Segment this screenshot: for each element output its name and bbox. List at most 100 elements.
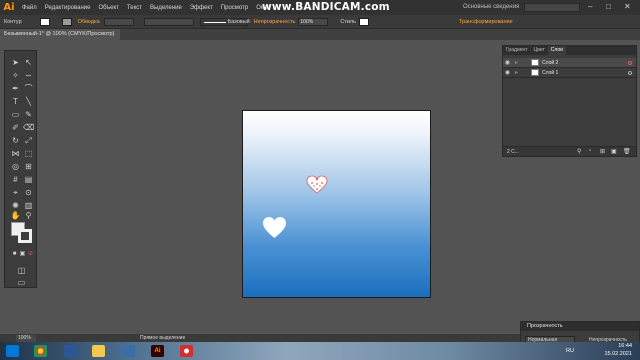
- layers-panel: Градиент Цвет Слои ◉ ▸ Слой 2 ◉ ▸ Слой 1…: [502, 45, 637, 157]
- new-layer-icon[interactable]: ▣: [611, 148, 617, 155]
- eraser-tool-icon[interactable]: ⌫: [23, 122, 34, 133]
- direct-selection-tool-icon[interactable]: ↖: [23, 57, 34, 68]
- clipping-mask-icon[interactable]: ▫: [589, 148, 591, 154]
- brush-style-field[interactable]: Базовый: [199, 17, 250, 26]
- width-tool-icon[interactable]: ⋈: [10, 148, 21, 159]
- bandicam-watermark: www.BANDICAM.com: [262, 1, 390, 13]
- new-sublayer-icon[interactable]: ⊞: [600, 148, 605, 155]
- none-mode-icon[interactable]: ⊘: [25, 249, 36, 260]
- document-tab[interactable]: Безымянный-1* @ 100% (CMYK/Просмотр): [0, 29, 120, 40]
- brush-style-label: Базовый: [227, 18, 250, 25]
- menu-edit[interactable]: Редактирование: [41, 5, 95, 11]
- layer-row-2[interactable]: ◉ ▸ Слой 2: [503, 58, 636, 68]
- tab-gradient[interactable]: Градиент: [503, 46, 531, 55]
- help-search-input[interactable]: [524, 3, 580, 12]
- shape-builder-tool-icon[interactable]: ◎: [10, 161, 21, 172]
- chrome-icon[interactable]: [34, 345, 47, 357]
- menu-object[interactable]: Объект: [94, 5, 122, 11]
- lock-icon[interactable]: ▸: [512, 59, 521, 66]
- status-tool-name: Прямое выделение: [140, 335, 186, 341]
- workspace-switcher[interactable]: Основные сведения: [463, 4, 519, 10]
- scale-tool-icon[interactable]: ⤢: [23, 135, 34, 146]
- mesh-tool-icon[interactable]: #: [10, 174, 21, 185]
- word-icon[interactable]: [64, 345, 77, 357]
- opacity-field[interactable]: 100%: [298, 17, 329, 26]
- menu-view[interactable]: Просмотр: [217, 5, 252, 11]
- hand-tool-icon[interactable]: ✋: [10, 210, 21, 221]
- menu-select[interactable]: Выделение: [146, 5, 186, 11]
- illustrator-taskbar-icon[interactable]: Ai: [151, 345, 164, 357]
- rotate-tool-icon[interactable]: ↻: [10, 135, 21, 146]
- locate-object-icon[interactable]: ⚲: [577, 148, 581, 155]
- start-button-icon[interactable]: [6, 345, 19, 357]
- tools-panel: ➤ ↖ ✧ ∽ ✒ ⌒ T ╲ ▭ ✎ ✐ ⌫ ↻ ⤢ ⋈ ⬚ ◎ ⊞ # ▤ …: [4, 50, 37, 288]
- maximize-icon[interactable]: □: [606, 2, 611, 11]
- graphic-style-swatch[interactable]: [359, 17, 369, 26]
- type-tool-icon[interactable]: T: [10, 96, 21, 107]
- menu-file[interactable]: Файл: [18, 5, 41, 11]
- perspective-grid-tool-icon[interactable]: ⊞: [23, 161, 34, 172]
- selected-heart-shape[interactable]: [306, 175, 328, 195]
- transparency-panel-title: Прозрачность: [521, 322, 639, 331]
- clock-date[interactable]: 15.02.2021: [604, 351, 632, 357]
- paintbrush-tool-icon[interactable]: ✎: [23, 109, 34, 120]
- lasso-tool-icon[interactable]: ∽: [23, 70, 34, 81]
- styles-label: Стиль: [340, 18, 356, 25]
- layer-thumbnail: [531, 69, 539, 76]
- transform-label[interactable]: Трансформирование: [459, 19, 513, 25]
- shaper-tool-icon[interactable]: ✐: [10, 122, 21, 133]
- close-icon[interactable]: ✕: [624, 2, 631, 11]
- gradient-tool-icon[interactable]: ▤: [23, 174, 34, 185]
- magic-wand-tool-icon[interactable]: ✧: [10, 70, 21, 81]
- minimize-icon[interactable]: –: [588, 2, 592, 11]
- artboard[interactable]: [242, 110, 431, 298]
- clock-time[interactable]: 16:44: [618, 343, 632, 349]
- free-transform-tool-icon[interactable]: ⬚: [23, 148, 34, 159]
- language-indicator[interactable]: RU: [566, 348, 574, 354]
- control-bar: Контур Обводка Базовый Непрозрачность 10…: [0, 15, 640, 29]
- tab-layers[interactable]: Слои: [547, 46, 566, 55]
- eye-icon[interactable]: ◉: [503, 69, 512, 76]
- stroke-color-swatch[interactable]: [61, 17, 72, 26]
- pen-tool-icon[interactable]: ✒: [10, 83, 21, 94]
- document-tab-bar: Безымянный-1* @ 100% (CMYK/Просмотр): [0, 29, 640, 40]
- lock-icon[interactable]: ▸: [512, 69, 521, 76]
- zoom-tool-icon[interactable]: ⚲: [23, 210, 34, 221]
- selection-type-label: Контур: [4, 18, 22, 25]
- menu-effect[interactable]: Эффект: [186, 5, 217, 11]
- heart-shape[interactable]: [262, 216, 287, 239]
- stroke-weight-field[interactable]: [103, 17, 134, 26]
- eyedropper-tool-icon[interactable]: ⌖: [10, 187, 21, 198]
- tab-color[interactable]: Цвет: [531, 46, 548, 55]
- layer-row-1[interactable]: ◉ ▸ Слой 1: [503, 68, 636, 78]
- screen-mode-icon[interactable]: ▭: [16, 277, 27, 288]
- delete-layer-icon[interactable]: 🗑: [623, 148, 631, 155]
- opacity-label[interactable]: Непрозрачность: [254, 19, 296, 25]
- zoom-field[interactable]: 100%: [16, 335, 36, 342]
- explorer-icon[interactable]: [92, 345, 105, 357]
- layer-count: 2 С...: [507, 149, 519, 155]
- layer-target-icon[interactable]: [628, 60, 632, 65]
- blend-tool-icon[interactable]: ⊙: [23, 187, 34, 198]
- rectangle-tool-icon[interactable]: ▭: [10, 109, 21, 120]
- layer-name[interactable]: Слой 1: [542, 70, 558, 76]
- layer-target-icon[interactable]: [628, 70, 632, 75]
- document-tab-title: Безымянный-1* @ 100% (CMYK/Просмотр): [4, 31, 115, 37]
- variable-width-field[interactable]: [143, 17, 194, 26]
- line-tool-icon[interactable]: ╲: [23, 96, 34, 107]
- selection-tool-icon[interactable]: ➤: [10, 57, 21, 68]
- layer-name[interactable]: Слой 2: [542, 60, 558, 66]
- window-icon[interactable]: [122, 345, 135, 357]
- eye-icon[interactable]: ◉: [503, 59, 512, 66]
- app-logo: Ai: [3, 2, 15, 13]
- menu-text[interactable]: Текст: [123, 5, 146, 11]
- taskbar: Ai RU 16:44 15.02.2021: [0, 342, 640, 360]
- stroke-label[interactable]: Обводка: [78, 19, 100, 25]
- curvature-tool-icon[interactable]: ⌒: [23, 83, 34, 94]
- layers-panel-footer: 2 С... ⚲ ▫ ⊞ ▣ 🗑: [503, 146, 636, 156]
- bandicam-taskbar-icon[interactable]: [180, 345, 193, 357]
- fill-color-swatch[interactable]: [39, 17, 50, 26]
- draw-mode-icon[interactable]: ◫: [16, 265, 27, 276]
- layers-panel-tabs: Градиент Цвет Слои: [503, 46, 636, 55]
- stroke-color-swatch-tool[interactable]: [18, 229, 32, 243]
